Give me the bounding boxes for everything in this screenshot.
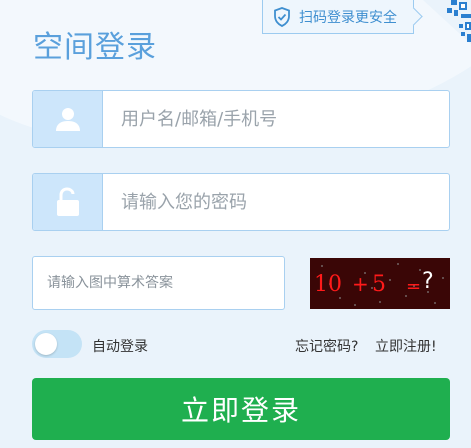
qr-code-icon[interactable] — [423, 0, 471, 44]
password-input[interactable] — [103, 174, 449, 230]
auto-login-label: 自动登录 — [92, 339, 148, 355]
captcha-text-equals: = — [406, 276, 421, 297]
captcha-text-operand-1: 10 — [314, 272, 342, 297]
captcha-image[interactable]: 10 + 5 = ? — [310, 258, 450, 309]
username-icon-box — [33, 91, 103, 147]
lock-icon — [56, 187, 79, 216]
captcha-text-question: ? — [422, 269, 434, 294]
user-icon — [55, 108, 80, 131]
captcha-input[interactable] — [32, 256, 285, 310]
toggle-knob — [35, 333, 57, 355]
username-row — [32, 90, 450, 148]
qr-tip-label: 扫码登录更安全 — [299, 9, 397, 26]
captcha-text-operand-2: 5 — [372, 272, 386, 297]
forgot-password-link[interactable]: 忘记密码? — [295, 336, 358, 356]
auto-login-toggle[interactable] — [32, 330, 82, 358]
register-link[interactable]: 立即注册! — [375, 336, 437, 356]
login-panel: 空间登录 扫码登录更安全 用户名/邮箱/手机号 请输入图中算术答案 10 + 5… — [0, 0, 471, 448]
page-title: 空间登录 — [33, 30, 157, 65]
shield-check-icon — [274, 6, 290, 27]
qr-login-tip[interactable]: 扫码登录更安全 — [262, 0, 414, 34]
captcha-text-operator: + — [352, 272, 369, 296]
password-icon-box — [33, 174, 103, 230]
password-row — [32, 173, 450, 231]
username-input[interactable] — [103, 91, 449, 147]
login-button[interactable]: 立即登录 — [32, 378, 450, 440]
